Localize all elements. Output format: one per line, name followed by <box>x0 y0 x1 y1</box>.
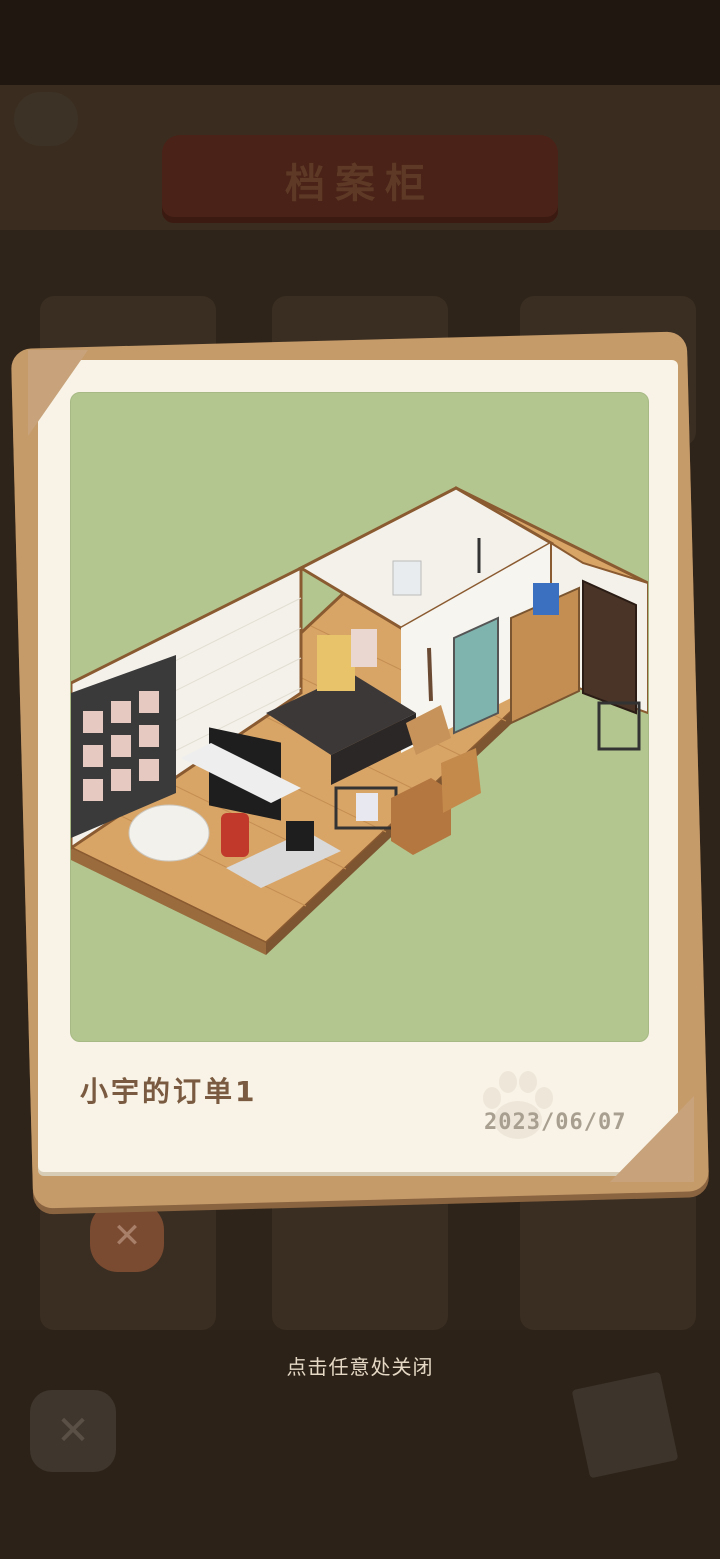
card-close-pin: ✕ <box>90 1202 164 1272</box>
flower-icon <box>14 92 78 146</box>
close-button[interactable]: ✕ <box>30 1390 116 1472</box>
archive-card <box>520 1180 696 1330</box>
photo-corner-br <box>610 1096 694 1182</box>
order-title: 小宇的订单1 <box>80 1075 258 1108</box>
room-photo <box>70 392 649 1042</box>
cabinet-title: 档案柜 <box>285 161 435 207</box>
archive-card <box>272 1180 448 1330</box>
notes-icon <box>571 1371 679 1479</box>
top-bar-background <box>0 0 720 85</box>
close-icon: ✕ <box>112 1216 142 1256</box>
close-icon: ✕ <box>56 1408 90 1454</box>
close-hint[interactable]: 点击任意处关闭 <box>0 1351 720 1380</box>
cabinet-title-plate: 档案柜 <box>162 135 558 223</box>
isometric-room-illustration <box>71 486 648 955</box>
order-date: 2023/06/07 <box>484 1110 627 1135</box>
